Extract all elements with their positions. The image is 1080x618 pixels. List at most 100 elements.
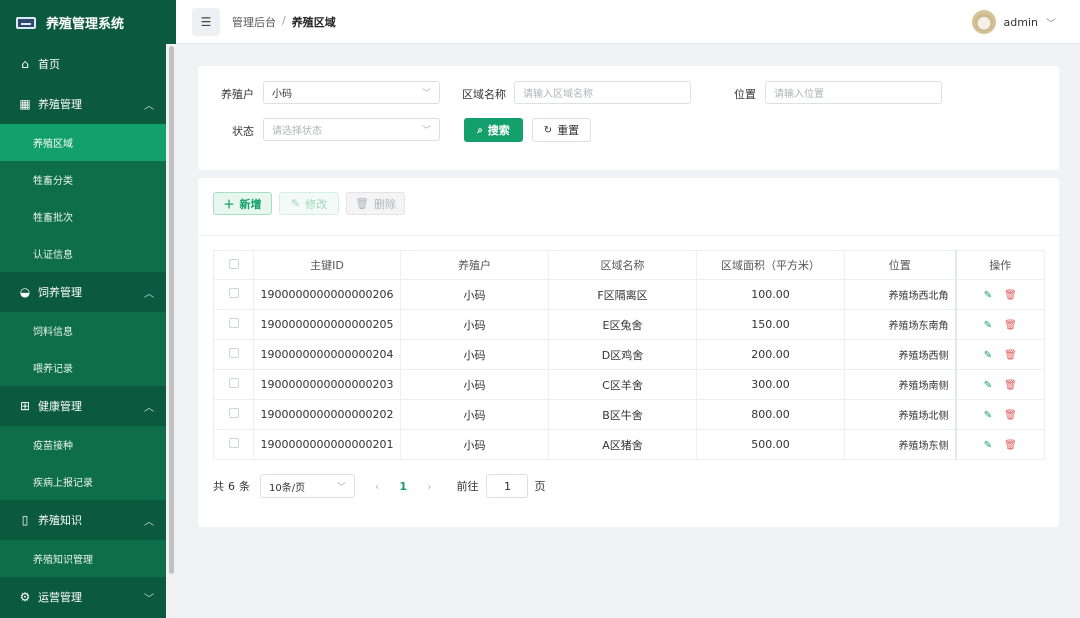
menu-group-knowledge[interactable]: ▯ 养殖知识 ︿ [0, 500, 176, 540]
edit-icon[interactable]: ✎ [984, 440, 992, 451]
trash-icon[interactable]: 🗑 [1004, 410, 1017, 421]
next-page-icon[interactable]: › [427, 480, 431, 493]
edit-icon[interactable]: ✎ [984, 290, 992, 301]
book-icon: ▯ [21, 513, 29, 527]
filter-panel: 养殖户 小码 ﹀ 区域名称 请输入区域名称 位置 请输入位置 状态 请选择状态 … [198, 66, 1059, 170]
select-all-checkbox[interactable] [213, 250, 254, 280]
cell-farmer: 小码 [400, 339, 549, 370]
app-title: 养殖管理系统 [46, 16, 125, 32]
cell-farmer: 小码 [400, 399, 549, 430]
prev-page-icon[interactable]: ‹ [375, 480, 379, 493]
edit-button[interactable]: ✎ 修改 [279, 192, 339, 215]
edit-icon[interactable]: ✎ [984, 350, 992, 361]
cell-area-size: 800.00 [696, 399, 845, 430]
trash-icon[interactable]: 🗑 [1004, 290, 1017, 301]
username[interactable]: admin [1004, 16, 1038, 29]
page-number[interactable]: 1 [399, 480, 407, 493]
table-row[interactable]: 1900000000000000202 小码 B区牛舍 800.00 养殖场北侧… [213, 399, 1045, 430]
cell-area-name: E区兔舍 [548, 309, 697, 340]
sidebar: 养殖管理系统 ⌂ 首页 ▦ 养殖管理 ︿ 养殖区域 牲畜分类 牲畜批次 认证信息… [0, 0, 176, 618]
row-checkbox[interactable] [213, 399, 254, 430]
cell-area-size: 150.00 [696, 309, 845, 340]
sidebar-item-disease-report[interactable]: 疾病上报记录 [0, 463, 176, 500]
cell-location: 养殖场南侧 [844, 369, 956, 400]
search-button[interactable]: ⌕ 搜索 [464, 118, 523, 142]
trash-icon[interactable]: 🗑 [1004, 320, 1017, 331]
user-menu[interactable]: admin ﹀ [971, 10, 1056, 34]
trash-icon[interactable]: 🗑 [1004, 350, 1017, 361]
menu-group-label: 运营管理 [38, 591, 82, 604]
row-checkbox[interactable] [213, 429, 254, 460]
column-header-area-name[interactable]: 区域名称 [548, 250, 697, 280]
cell-farmer: 小码 [400, 279, 549, 310]
column-header-location[interactable]: 位置 [844, 250, 956, 280]
cell-actions: ✎ 🗑 [954, 369, 1045, 400]
farmer-select[interactable]: 小码 ﹀ [263, 81, 440, 104]
table-row[interactable]: 1900000000000000205 小码 E区兔舍 150.00 养殖场东南… [213, 309, 1045, 340]
sidebar-scrollbar[interactable] [169, 46, 174, 574]
cell-location: 养殖场西侧 [844, 339, 956, 370]
trash-icon[interactable]: 🗑 [1004, 380, 1017, 391]
edit-icon[interactable]: ✎ [984, 320, 992, 331]
cell-id: 1900000000000000206 [253, 279, 401, 310]
row-checkbox[interactable] [213, 309, 254, 340]
cell-area-size: 100.00 [696, 279, 845, 310]
column-header-area-size[interactable]: 区域面积（平方米） [696, 250, 845, 280]
goto-page-input[interactable]: 1 [486, 474, 529, 498]
menu-group-health[interactable]: ⊞ 健康管理 ︿ [0, 386, 176, 426]
menu-item-home[interactable]: ⌂ 首页 [0, 44, 176, 84]
sidebar-item-breeding-area[interactable]: 养殖区域 [0, 124, 176, 161]
menu-group-operations[interactable]: ⚙ 运营管理 ﹀ [0, 577, 176, 617]
column-header-farmer[interactable]: 养殖户 [400, 250, 549, 280]
sidebar-item-knowledge-manage[interactable]: 养殖知识管理 [0, 540, 176, 577]
avatar[interactable] [971, 10, 996, 34]
reset-button[interactable]: ↻ 重置 [532, 118, 591, 142]
page-size-select[interactable]: 10条/页 ﹀ [260, 474, 355, 498]
row-checkbox[interactable] [213, 279, 254, 310]
sidebar-item-feeding-record[interactable]: 喂养记录 [0, 349, 176, 386]
total-suffix: 条 [239, 480, 250, 493]
menu-group-label: 饲养管理 [38, 286, 82, 299]
column-header-id[interactable]: 主键ID [253, 250, 401, 280]
sidebar-item-livestock-batch[interactable]: 牲畜批次 [0, 198, 176, 235]
table-row[interactable]: 1900000000000000201 小码 A区猪舍 500.00 养殖场东侧… [213, 429, 1045, 460]
cell-area-size: 500.00 [696, 429, 845, 460]
menu-toggle-icon[interactable]: ☰ [192, 7, 220, 36]
bowl-icon: ◒ [19, 285, 31, 299]
area-name-input[interactable]: 请输入区域名称 [514, 81, 691, 104]
breadcrumb-root[interactable]: 管理后台 [232, 14, 276, 30]
edit-icon[interactable]: ✎ [984, 380, 992, 391]
table-row[interactable]: 1900000000000000206 小码 F区隔离区 100.00 养殖场西… [213, 279, 1045, 310]
edit-icon[interactable]: ✎ [984, 410, 992, 421]
cell-area-size: 200.00 [696, 339, 845, 370]
plus-icon: ＋ [223, 197, 235, 211]
sidebar-item-livestock-category[interactable]: 牲畜分类 [0, 161, 176, 198]
location-input[interactable]: 请输入位置 [765, 81, 942, 104]
table-row[interactable]: 1900000000000000204 小码 D区鸡舍 200.00 养殖场西侧… [213, 339, 1045, 370]
cell-id: 1900000000000000202 [253, 399, 401, 430]
delete-button[interactable]: 🗑 删除 [346, 192, 405, 215]
row-checkbox[interactable] [213, 369, 254, 400]
sidebar-item-feed-info[interactable]: 饲料信息 [0, 312, 176, 349]
cell-location: 养殖场东侧 [844, 429, 956, 460]
row-checkbox[interactable] [213, 339, 254, 370]
refresh-icon: ↻ [543, 124, 553, 136]
status-select[interactable]: 请选择状态 ﹀ [263, 118, 440, 141]
table-row[interactable]: 1900000000000000203 小码 C区羊舍 300.00 养殖场南侧… [213, 369, 1045, 400]
sidebar-item-certification[interactable]: 认证信息 [0, 235, 176, 272]
monitor-icon [16, 15, 36, 29]
add-button[interactable]: ＋ 新增 [213, 192, 272, 215]
sidebar-item-vaccination[interactable]: 疫苗接种 [0, 426, 176, 463]
cell-area-size: 300.00 [696, 369, 845, 400]
trash-icon[interactable]: 🗑 [1004, 440, 1017, 451]
menu-group-breeding[interactable]: ▦ 养殖管理 ︿ [0, 84, 176, 124]
menu-group-feeding[interactable]: ◒ 饲养管理 ︿ [0, 272, 176, 312]
breadcrumb: 管理后台 / 养殖区域 [232, 14, 336, 30]
cell-actions: ✎ 🗑 [954, 399, 1045, 430]
search-icon: ⌕ [477, 124, 483, 136]
cell-id: 1900000000000000201 [253, 429, 401, 460]
column-header-actions: 操作 [954, 250, 1045, 280]
cell-farmer: 小码 [400, 429, 549, 460]
app-logo: 养殖管理系统 [0, 0, 176, 44]
breadcrumb-separator: / [282, 13, 286, 27]
